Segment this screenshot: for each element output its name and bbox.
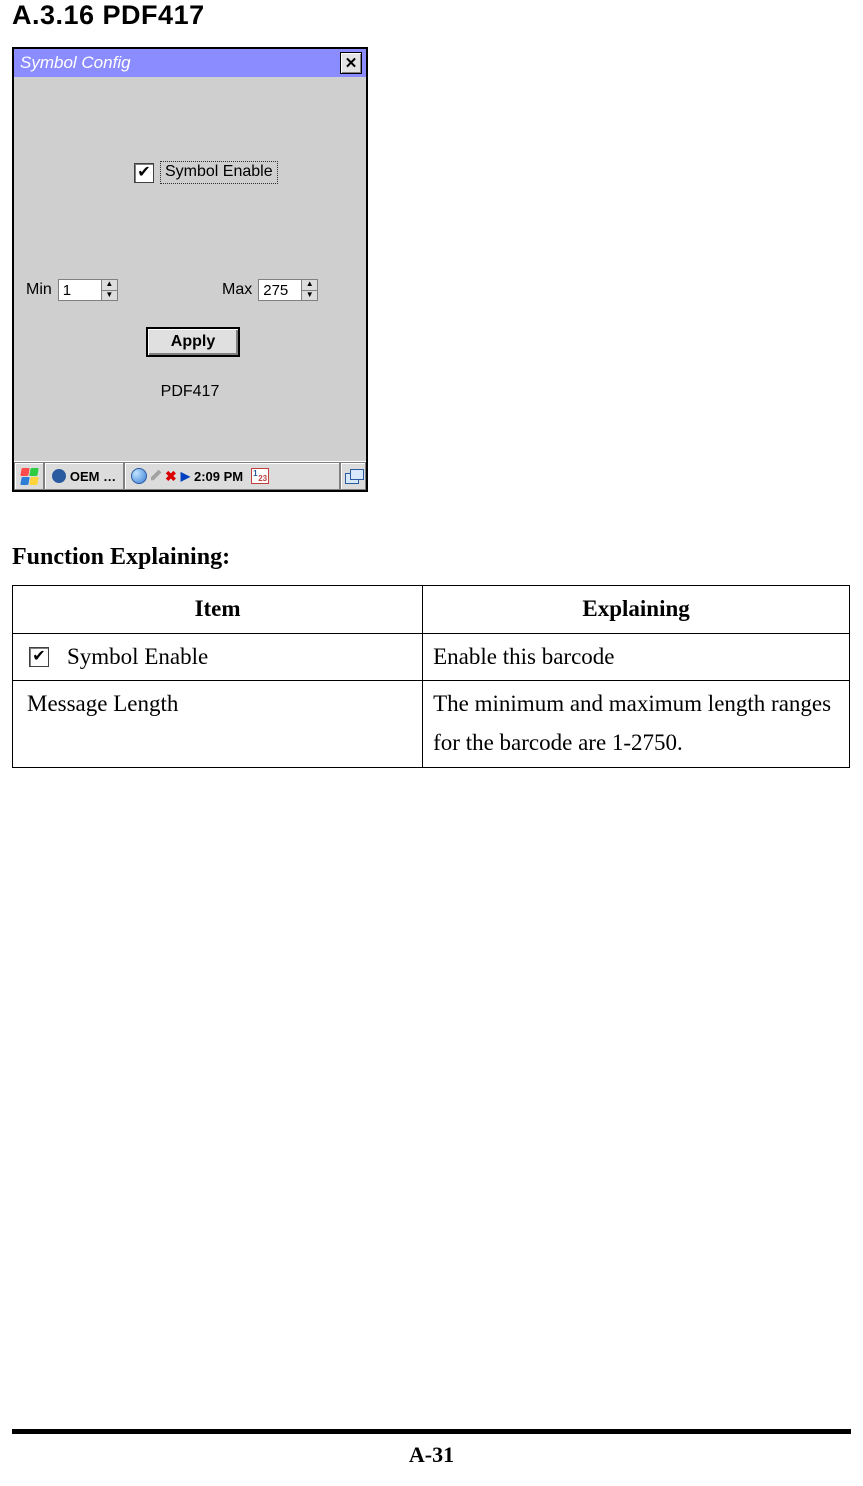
apply-button[interactable]: Apply [146,327,240,357]
footer-rule [12,1429,851,1434]
windows-stack-icon [345,469,361,483]
windows-logo-icon [19,466,39,486]
close-button[interactable]: ✕ [340,52,362,74]
min-label: Min [26,281,52,299]
taskbar-oem-button[interactable]: OEM … [44,462,124,490]
symbol-enable-label: Symbol Enable [160,161,278,184]
oem-logo-icon [52,469,66,483]
row-explain: Enable this barcode [423,633,850,681]
row-item-label: Message Length [13,681,423,767]
window-client-area: ✔ Symbol Enable Min ▲ ▼ Max [14,77,366,461]
explaining-table: Item Explaining ✔ Symbol Enable Enable t… [12,585,850,768]
taskbar: OEM … ✖ ▶ 2:09 PM [14,461,366,490]
min-spinbox[interactable]: ▲ ▼ [58,279,118,301]
globe-icon[interactable] [131,468,147,484]
spin-down-icon[interactable]: ▼ [302,291,317,301]
symbol-enable-checkbox[interactable]: ✔ [134,163,154,183]
close-icon: ✕ [345,54,358,72]
system-tray: ✖ ▶ 2:09 PM [124,462,340,490]
col-explaining-header: Explaining [423,586,850,634]
taskbar-oem-label: OEM … [70,469,116,484]
section-heading: A.3.16 PDF417 [12,0,851,31]
table-row: ✔ Symbol Enable Enable this barcode [13,633,850,681]
page-number: A-31 [0,1442,863,1468]
window-title: Symbol Config [20,53,131,73]
network-disconnected-icon[interactable]: ✖ [165,468,177,485]
spin-down-icon[interactable]: ▼ [102,291,117,301]
max-input[interactable] [259,280,301,300]
titlebar: Symbol Config ✕ [14,49,366,77]
symbol-enable-row: ✔ Symbol Enable [134,161,278,184]
check-icon: ✔ [137,165,150,181]
spin-up-icon[interactable]: ▲ [102,280,117,291]
function-subheading: Function Explaining: [12,544,851,571]
start-button[interactable] [14,462,44,490]
table-header-row: Item Explaining [13,586,850,634]
spin-up-icon[interactable]: ▲ [302,280,317,291]
page-name-label: PDF417 [14,383,366,401]
row-checkbox-icon: ✔ [29,647,49,667]
taskbar-clock[interactable]: 2:09 PM [194,469,243,484]
min-input[interactable] [59,280,101,300]
tool-icon[interactable] [151,469,165,483]
taskbar-desktop-button[interactable] [340,462,366,490]
calendar-icon[interactable] [251,468,269,484]
col-item-header: Item [13,586,423,634]
screenshot-window: Symbol Config ✕ ✔ Symbol Enable Min ▲ ▼ [12,47,368,492]
tray-expand-icon[interactable]: ▶ [181,469,190,483]
row-explain: The minimum and maximum length ranges fo… [423,681,850,767]
max-spinbox[interactable]: ▲ ▼ [258,279,318,301]
table-row: Message Length The minimum and maximum l… [13,681,850,767]
row-item-label: Symbol Enable [67,638,208,677]
max-label: Max [222,281,252,299]
